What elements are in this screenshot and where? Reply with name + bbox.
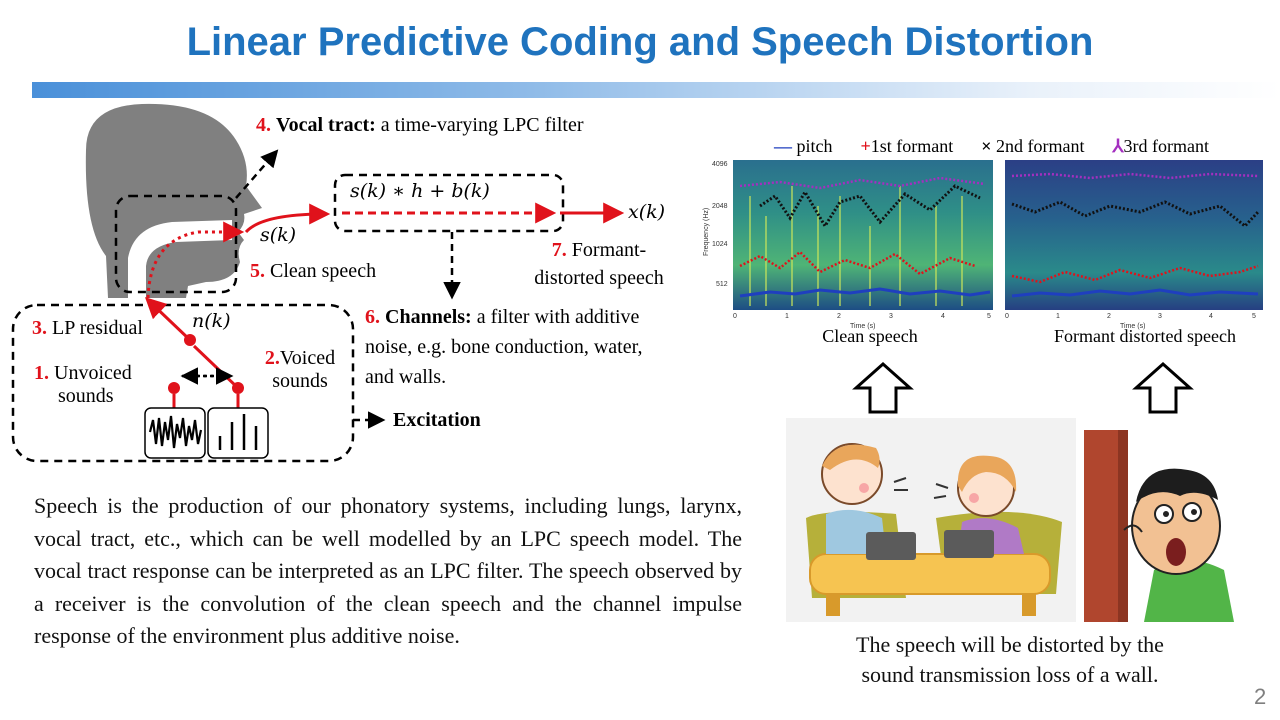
channel-equation: s(k) ∗ h + b(k)	[350, 180, 490, 202]
formant-line2: distorted speech	[534, 267, 664, 289]
legend-first-formant-text: 1st formant	[870, 136, 954, 156]
channels-line1: a filter with additive	[471, 306, 640, 328]
legend-third-formant-text: 3rd formant	[1123, 136, 1209, 156]
x-tick-5a: 5	[987, 313, 991, 320]
up-arrow-icon	[1132, 362, 1194, 414]
panel-label-distorted: Formant distorted speech	[1054, 326, 1236, 346]
wall-caption: The speech will be distorted by the soun…	[790, 630, 1230, 690]
first-formant-marker: +	[860, 136, 871, 156]
legend-third-formant: ⅄3rd formant	[1113, 136, 1209, 157]
lp-residual-number: 3.	[32, 317, 47, 339]
spectrogram-panels: 4096 2048 1024 512 Frequency (Hz) Time (…	[703, 160, 1263, 330]
x-tick-1a: 1	[785, 313, 789, 320]
channels-number: 6.	[365, 306, 380, 328]
channels-line2: noise, e.g. bone conduction, water,	[365, 336, 643, 358]
voiced-number: 2.	[264, 347, 280, 369]
y-axis-label: Frequency (Hz)	[703, 208, 710, 256]
unvoiced-label: 1. Unvoiced sounds	[34, 362, 154, 408]
n-k-label: n(k)	[192, 310, 231, 332]
legend-second-formant: × 2nd formant	[981, 136, 1084, 157]
unvoiced-line1: Unvoiced	[49, 362, 132, 384]
x-tick-0a: 0	[733, 313, 737, 320]
x-k-label: x(k)	[628, 201, 666, 223]
clean-speech-text: Clean speech	[265, 260, 377, 282]
s-k-label: s(k)	[260, 224, 297, 246]
vocal-tract-text: a time-varying LPC filter	[375, 114, 584, 136]
pitch-marker: —	[774, 136, 792, 156]
y-tick-512: 512	[716, 281, 728, 288]
x-tick-3a: 3	[889, 313, 893, 320]
clean-speech-number: 5.	[250, 260, 265, 282]
lp-residual-label: 3. LP residual	[32, 317, 143, 340]
panel-label-clean: Clean speech	[822, 326, 918, 346]
y-tick-1024: 1024	[712, 241, 728, 248]
description-paragraph: Speech is the production of our phonator…	[34, 493, 742, 648]
x-tick-1b: 1	[1056, 313, 1060, 320]
x-tick-4a: 4	[941, 313, 945, 320]
voiced-line2: sounds	[272, 370, 328, 392]
channels-heading: Channels:	[385, 306, 472, 328]
voiced-line1: Voiced	[279, 347, 336, 369]
vocal-tract-heading: Vocal tract:	[276, 114, 376, 136]
legend-pitch-text: pitch	[796, 136, 833, 156]
channels-line3: and walls.	[365, 366, 447, 388]
unvoiced-number: 1.	[34, 362, 49, 384]
excitation-label: Excitation	[393, 409, 481, 431]
x-tick-2b: 2	[1107, 313, 1111, 320]
page-number: 2	[1254, 684, 1267, 709]
clean-speech-label: 5. Clean speech	[250, 260, 376, 283]
x-tick-4b: 4	[1209, 313, 1213, 320]
lp-residual-text: LP residual	[47, 317, 143, 339]
spectrogram-legend: — pitch +1st formant × 2nd formant ⅄3rd …	[774, 136, 1274, 157]
voiced-label: 2.Voiced sounds	[250, 347, 350, 393]
wall-listener-illustration	[1084, 430, 1234, 622]
third-formant-marker: ⅄	[1112, 136, 1124, 156]
x-tick-5b: 5	[1252, 313, 1256, 320]
formant-number: 7.	[551, 239, 567, 261]
x-tick-3b: 3	[1158, 313, 1162, 320]
caption-line2: sound transmission loss of a wall.	[861, 662, 1159, 687]
formant-distorted-label: 7. Formant- distorted speech	[514, 236, 684, 292]
legend-pitch: — pitch	[774, 136, 833, 157]
y-tick-2048: 2048	[712, 203, 728, 210]
y-tick-4096: 4096	[712, 161, 728, 168]
second-formant-marker: ×	[981, 136, 992, 156]
legend-second-formant-text: 2nd formant	[996, 136, 1085, 156]
formant-line1: Formant-	[566, 239, 647, 261]
legend-first-formant: +1st formant	[861, 136, 954, 157]
channels-label: 6. Channels: a filter with additive nois…	[365, 302, 705, 392]
unvoiced-line2: sounds	[58, 385, 114, 407]
pulse-train-box	[207, 407, 269, 459]
x-tick-2a: 2	[837, 313, 841, 320]
caption-line1: The speech will be distorted by the	[856, 632, 1164, 657]
distorted-spectrogram	[1005, 160, 1263, 310]
x-tick-0b: 0	[1005, 313, 1009, 320]
conversation-illustration	[786, 418, 1076, 622]
vocal-tract-number: 4.	[256, 114, 271, 136]
vocal-tract-label: 4. Vocal tract: a time-varying LPC filte…	[256, 114, 584, 137]
up-arrow-icon	[852, 362, 914, 414]
